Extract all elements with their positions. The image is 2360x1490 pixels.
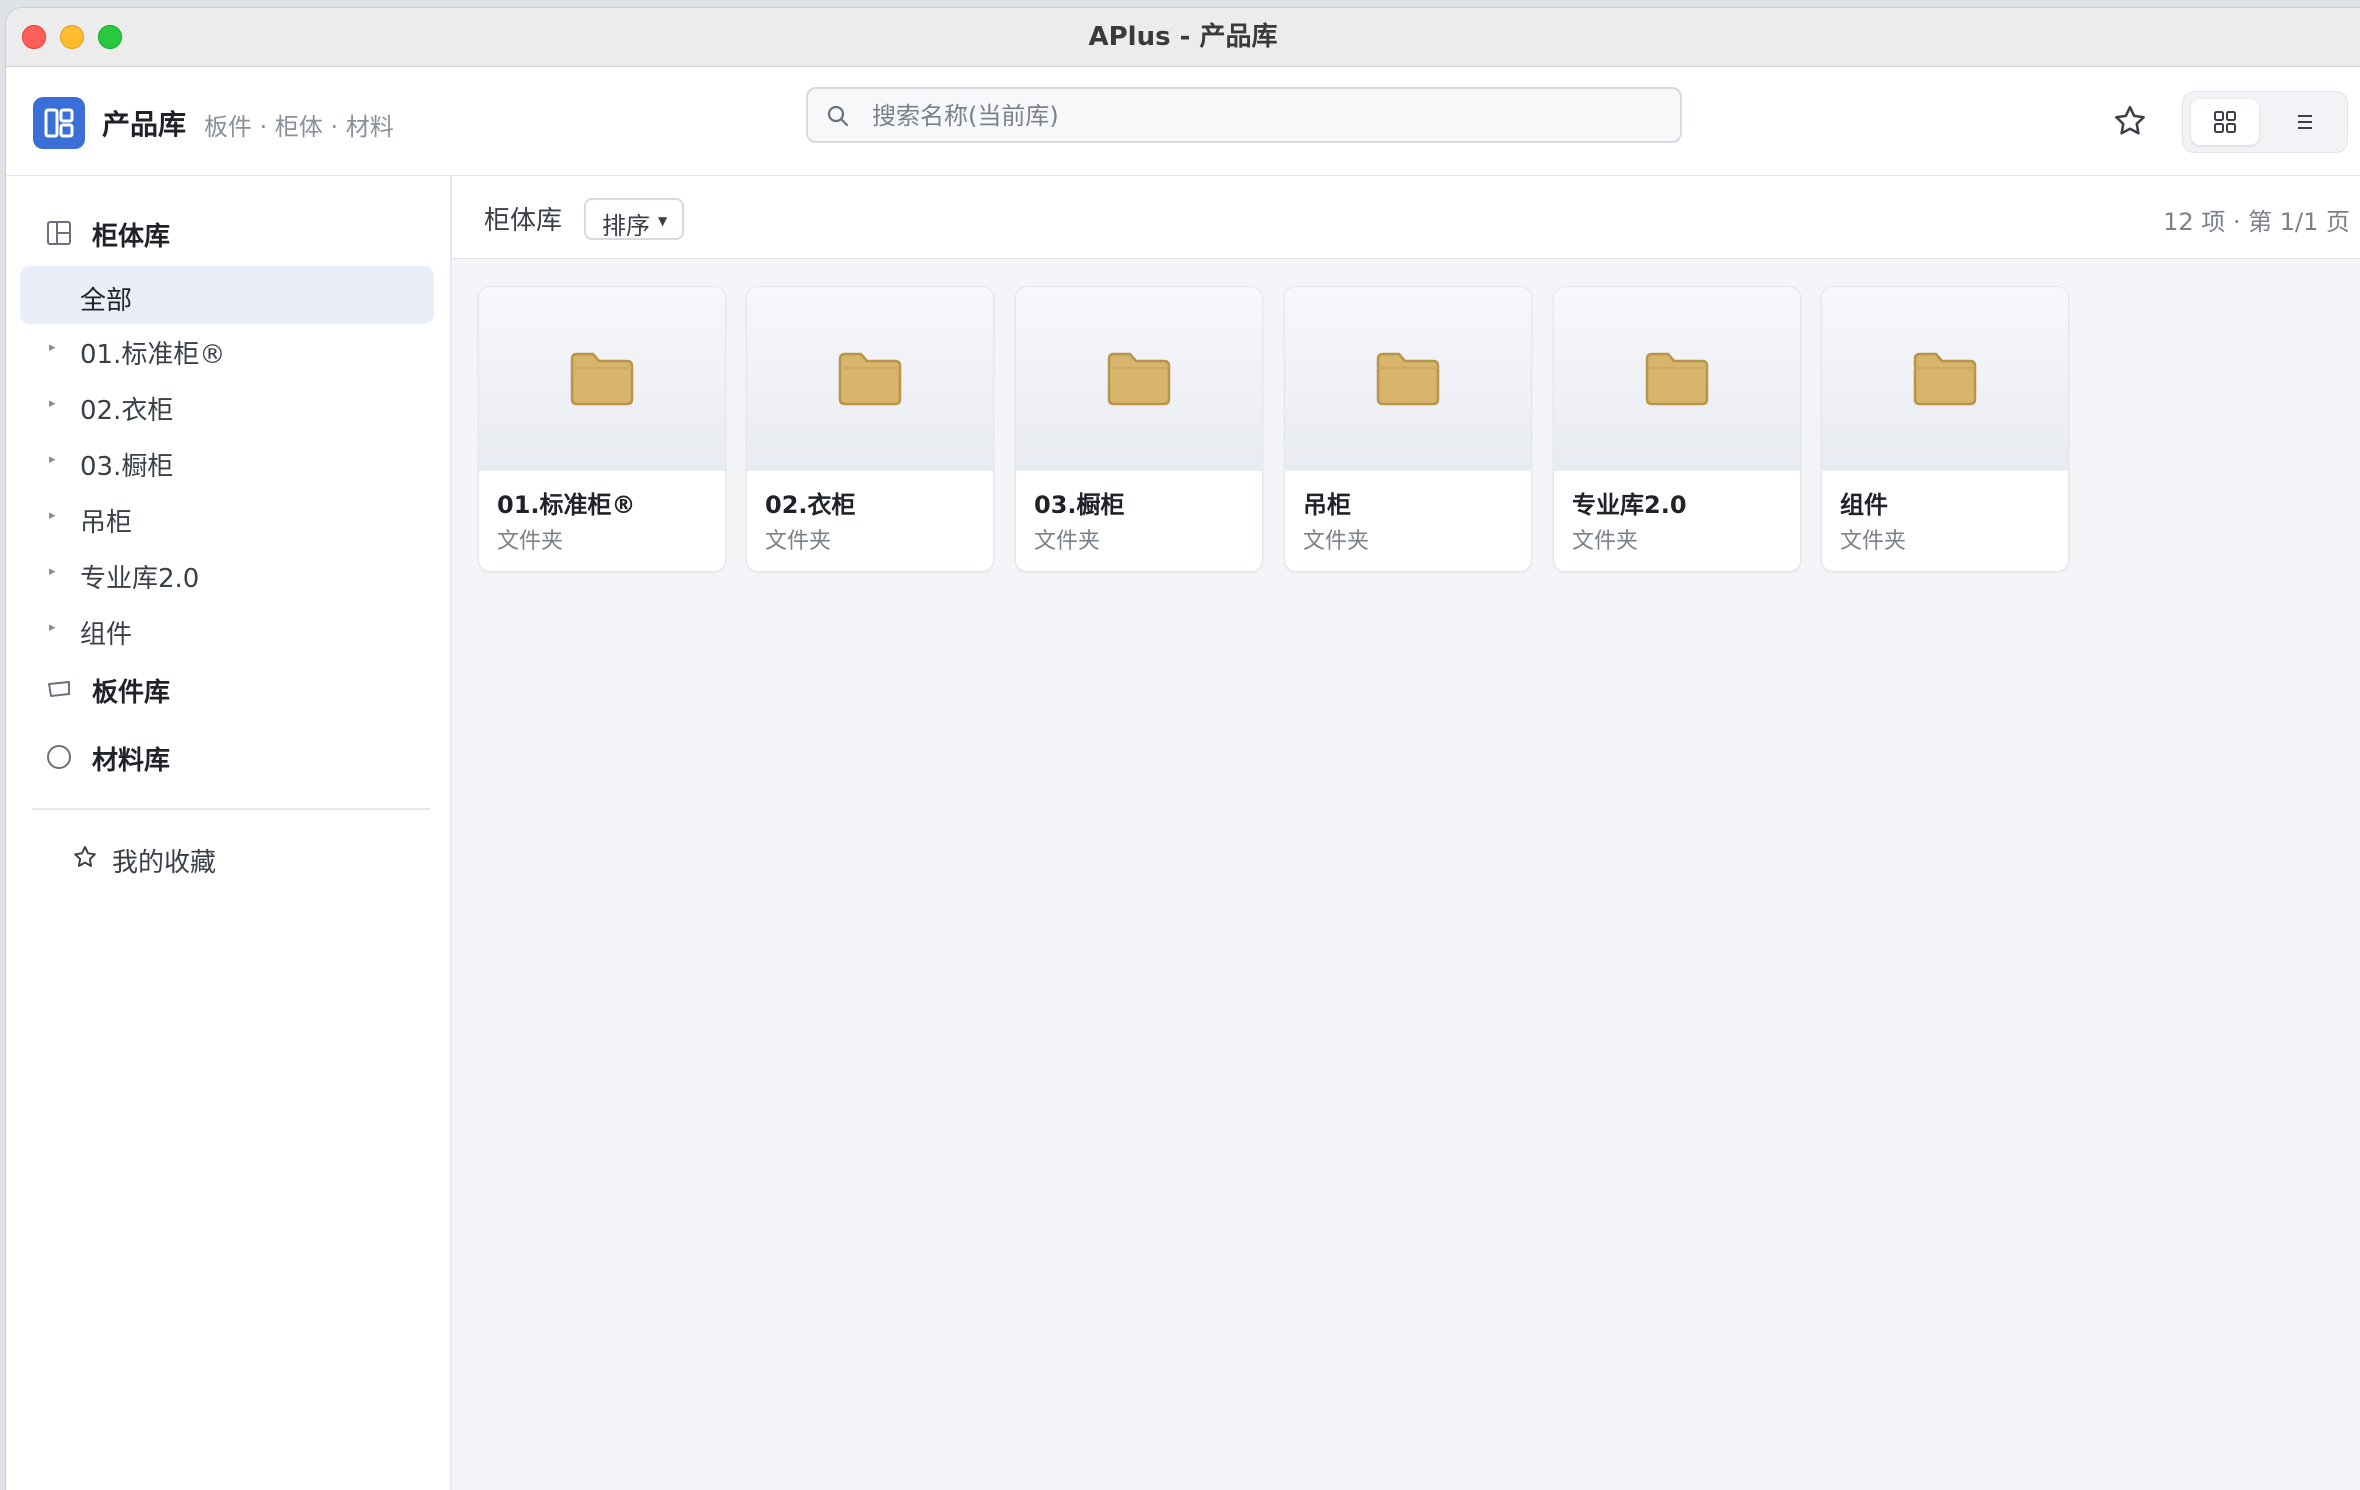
grid-view-icon — [2214, 111, 2236, 133]
caret-right-icon[interactable]: ▸ — [49, 564, 56, 579]
favorite-button[interactable] — [2106, 97, 2154, 145]
material-circle-icon — [47, 745, 71, 769]
tree-item-label: 吊柜 — [80, 508, 133, 538]
sidebar-item-all[interactable]: 全部 — [20, 266, 434, 324]
sidebar: 柜体库 全部 ▸ 01.标准柜® ▸ 02.衣柜 ▸ 03.橱柜 ▸ 吊柜 ▸ … — [6, 176, 452, 1490]
search-box[interactable] — [806, 87, 1682, 143]
library-logo-icon — [33, 97, 85, 149]
tree-item[interactable]: ▸ 01.标准柜® — [20, 324, 434, 374]
dropdown-arrow-icon: ▼ — [658, 214, 668, 228]
panel-board-icon — [48, 681, 70, 697]
card-thumbnail — [1554, 287, 1800, 471]
sidebar-item-material-library[interactable]: 材料库 — [40, 736, 420, 776]
folder-icon — [570, 352, 634, 406]
card-title: 03.橱柜 — [1034, 491, 1125, 519]
caret-right-icon[interactable]: ▸ — [49, 340, 56, 355]
tree-item-label: 专业库2.0 — [80, 564, 200, 594]
tree-item[interactable]: ▸ 组件 — [20, 604, 434, 654]
sidebar-divider — [32, 808, 430, 810]
sidebar-section-label: 柜体库 — [92, 222, 171, 252]
sidebar-item-panel-library[interactable]: 板件库 — [40, 668, 420, 708]
card-thumbnail — [747, 287, 993, 471]
tree-item[interactable]: ▸ 吊柜 — [20, 492, 434, 542]
tree-item[interactable]: ▸ 专业库2.0 — [20, 548, 434, 598]
card-thumbnail — [1822, 287, 2068, 471]
search-input[interactable] — [870, 95, 1664, 137]
sidebar-item-favorites[interactable]: 我的收藏 — [72, 836, 372, 880]
card-subtitle: 文件夹 — [1840, 529, 1907, 554]
list-view-button[interactable] — [2271, 99, 2339, 145]
caret-right-icon[interactable]: ▸ — [49, 620, 56, 635]
tree-item[interactable]: ▸ 03.橱柜 — [20, 436, 434, 486]
card-thumbnail — [1285, 287, 1531, 471]
sidebar-item-label: 全部 — [80, 286, 133, 316]
tree-item-label: 组件 — [80, 620, 133, 650]
folder-icon — [1107, 352, 1171, 406]
card-subtitle: 文件夹 — [1303, 529, 1370, 554]
card-title: 专业库2.0 — [1572, 491, 1687, 519]
content-area: 柜体库 排序 ▼ 12 项 · 第 1/1 页 01.标准柜® 文件夹 02.衣… — [452, 176, 2360, 1490]
sidebar-item-cabinet-library[interactable]: 柜体库 — [40, 212, 420, 252]
list-view-icon — [2298, 115, 2312, 129]
star-icon — [2115, 105, 2145, 135]
folder-icon — [1913, 352, 1977, 406]
sidebar-item-label: 我的收藏 — [112, 848, 217, 878]
folder-card[interactable]: 03.橱柜 文件夹 — [1015, 286, 1263, 572]
folder-card[interactable]: 组件 文件夹 — [1821, 286, 2069, 572]
app-subtitle: 板件 · 柜体 · 材料 — [204, 113, 394, 141]
app-name: 产品库 — [102, 108, 187, 141]
star-icon — [74, 846, 96, 867]
sidebar-section-label: 板件库 — [92, 678, 171, 708]
tree-item-label: 02.衣柜 — [80, 396, 174, 426]
layout-panel-icon — [47, 221, 71, 245]
search-icon — [827, 105, 849, 127]
tree-item-label: 01.标准柜® — [80, 340, 226, 370]
card-subtitle: 文件夹 — [497, 529, 564, 554]
folder-card[interactable]: 02.衣柜 文件夹 — [746, 286, 994, 572]
tree-item[interactable]: ▸ 02.衣柜 — [20, 380, 434, 430]
view-mode-toggle — [2182, 91, 2348, 153]
item-count: 12 项 · 第 1/1 页 — [2163, 208, 2350, 236]
card-thumbnail — [1016, 287, 1262, 471]
title-bar: APlus - 产品库 — [6, 8, 2360, 67]
sort-label: 排序 — [602, 212, 650, 240]
folder-card[interactable]: 专业库2.0 文件夹 — [1553, 286, 1801, 572]
window-title: APlus - 产品库 — [1088, 22, 1278, 52]
card-subtitle: 文件夹 — [1034, 529, 1101, 554]
sidebar-section-label: 材料库 — [92, 746, 171, 776]
card-title: 01.标准柜® — [497, 491, 636, 519]
sort-dropdown[interactable]: 排序 ▼ — [584, 198, 684, 240]
card-title: 吊柜 — [1303, 491, 1351, 519]
app-window: APlus - 产品库 产品库 板件 · 柜体 · 材料 搜索名称(当前库) 柜… — [6, 8, 2360, 1490]
caret-right-icon[interactable]: ▸ — [49, 508, 56, 523]
folder-icon — [1376, 352, 1440, 406]
current-library-title: 柜体库 — [484, 206, 563, 236]
folder-icon — [1645, 352, 1709, 406]
folder-card[interactable]: 吊柜 文件夹 — [1284, 286, 1532, 572]
grid-view-button[interactable] — [2191, 99, 2259, 145]
caret-right-icon[interactable]: ▸ — [49, 396, 56, 411]
card-thumbnail — [479, 287, 725, 471]
folder-icon — [838, 352, 902, 406]
card-subtitle: 文件夹 — [765, 529, 832, 554]
app-header: 产品库 板件 · 柜体 · 材料 — [6, 67, 2360, 176]
card-subtitle: 文件夹 — [1572, 529, 1639, 554]
caret-right-icon[interactable]: ▸ — [49, 452, 56, 467]
card-title: 组件 — [1840, 491, 1888, 519]
content-toolbar: 柜体库 排序 ▼ 12 项 · 第 1/1 页 — [452, 176, 2360, 259]
tree-item-label: 03.橱柜 — [80, 452, 174, 482]
card-title: 02.衣柜 — [765, 491, 856, 519]
folder-card[interactable]: 01.标准柜® 文件夹 — [478, 286, 726, 572]
